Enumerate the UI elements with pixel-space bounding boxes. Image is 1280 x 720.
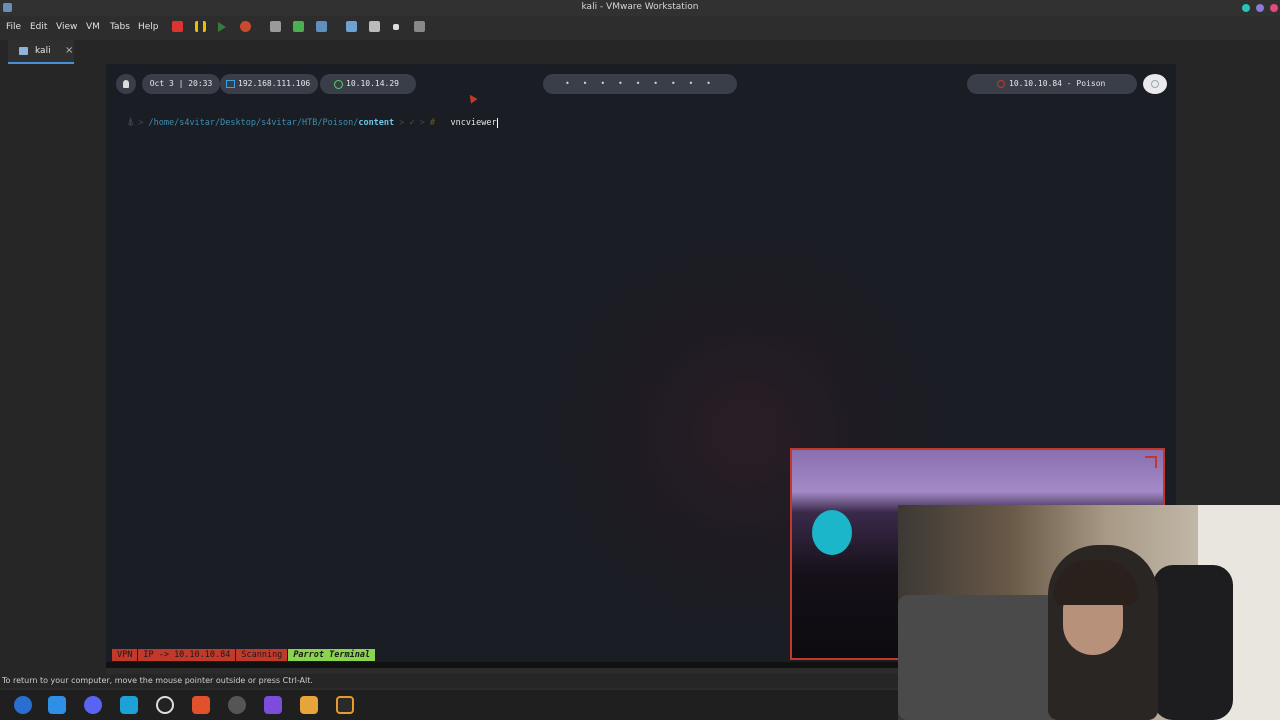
snapshot-manager-icon[interactable]	[316, 21, 327, 32]
target-icon	[997, 80, 1005, 88]
pointer-icon	[123, 80, 129, 88]
monitor-icon	[226, 80, 235, 88]
vmware-taskbar-icon[interactable]	[336, 696, 354, 714]
menu-edit[interactable]: Edit	[30, 22, 47, 32]
status-vpn: VPN	[112, 649, 138, 661]
status-terminal: Parrot Terminal	[288, 649, 376, 661]
prompt-hash: #	[430, 118, 436, 128]
brave-browser-icon[interactable]	[192, 696, 210, 714]
text-cursor	[496, 117, 498, 128]
menu-bar: File Edit View VM Tabs Help	[0, 16, 1280, 40]
workspaces-widget[interactable]: • • • • • • • • •	[543, 74, 737, 94]
tab-kali[interactable]: kali ×	[8, 40, 74, 64]
status-scanning: Scanning	[236, 649, 288, 661]
datetime-text: Oct 3 | 20:33	[149, 79, 213, 88]
power-menu-button[interactable]	[1143, 74, 1167, 94]
menu-file[interactable]: File	[6, 22, 21, 32]
restart-icon[interactable]	[240, 21, 251, 32]
tmux-statusline: VPN IP -> 10.10.10.84 Scanning Parrot Termi…	[112, 649, 376, 661]
menu-help[interactable]: Help	[138, 22, 159, 32]
play-icon[interactable]	[218, 22, 226, 32]
snapshot-icon[interactable]	[270, 21, 281, 32]
vm-left-margin	[0, 64, 106, 674]
target-text: 10.10.10.84 - Poison	[1009, 79, 1106, 88]
start-menu-icon[interactable]	[14, 696, 32, 714]
command-text: vncviewer	[450, 118, 497, 128]
prompt-arrow: ⍋	[128, 118, 134, 128]
prompt-separator-3: >	[419, 118, 431, 128]
menu-tabs[interactable]: Tabs	[110, 22, 130, 32]
close-button[interactable]	[1270, 4, 1278, 12]
status-ip: IP -> 10.10.10.84	[138, 649, 236, 661]
local-ip-widget: 192.168.111.106	[220, 74, 318, 94]
vpn-shield-icon	[334, 80, 343, 89]
menu-launcher-button[interactable]	[116, 74, 136, 94]
fullscreen-icon[interactable]	[414, 21, 425, 32]
terminal-prompt[interactable]: ⍋ > /home/s4vitar/Desktop/s4vitar/HTB/Po…	[128, 117, 498, 129]
lamp-glow	[812, 510, 852, 555]
tab-close-icon[interactable]: ×	[65, 45, 73, 56]
workspaces-dots: • • • • • • • • •	[565, 79, 715, 88]
prompt-current-dir: content	[358, 118, 395, 128]
menu-view[interactable]: View	[56, 22, 77, 32]
prompt-status-check: ✓	[409, 118, 415, 128]
tab-bar: kali ×	[0, 40, 1280, 65]
webcam-chair	[1153, 565, 1233, 720]
obs-icon[interactable]	[156, 696, 174, 714]
layers-app-icon[interactable]	[300, 696, 318, 714]
local-ip-text: 192.168.111.106	[238, 79, 311, 88]
prompt-path-prefix: /home/s4vitar/Desktop/s4vitar/HTB/Poison…	[148, 118, 359, 128]
mouse-cursor-icon	[466, 92, 478, 104]
steam-icon[interactable]	[228, 696, 246, 714]
title-bar: kali - VMware Workstation	[0, 0, 1280, 16]
window-title: kali - VMware Workstation	[581, 2, 699, 12]
host-status-text: To return to your computer, move the mou…	[2, 676, 313, 685]
library-icon[interactable]	[346, 21, 357, 32]
prompt-separator: >	[138, 118, 149, 128]
thumbnail-icon[interactable]	[369, 21, 380, 32]
webcam-overlay-main	[898, 505, 1280, 720]
unity-icon[interactable]	[393, 24, 399, 30]
file-manager-icon[interactable]	[48, 696, 66, 714]
screenshot-tool-icon[interactable]	[120, 696, 138, 714]
vm-icon	[19, 47, 28, 55]
maximize-button[interactable]	[1256, 4, 1264, 12]
revert-snapshot-icon[interactable]	[293, 21, 304, 32]
target-widget: 10.10.10.84 - Poison	[967, 74, 1137, 94]
webcam-corner-frame	[1145, 456, 1157, 468]
obsidian-icon[interactable]	[264, 696, 282, 714]
vpn-ip-widget: 10.10.14.29	[320, 74, 416, 94]
tab-label: kali	[35, 46, 51, 56]
minimize-button[interactable]	[1242, 4, 1250, 12]
pause-icon[interactable]	[195, 21, 206, 32]
discord-icon[interactable]	[84, 696, 102, 714]
vpn-ip-text: 10.10.14.29	[346, 79, 399, 88]
menu-vm[interactable]: VM	[86, 22, 100, 32]
power-off-icon[interactable]	[172, 21, 183, 32]
datetime-widget: Oct 3 | 20:33	[142, 74, 220, 94]
prompt-separator-2: >	[399, 118, 410, 128]
power-icon	[1151, 80, 1159, 88]
